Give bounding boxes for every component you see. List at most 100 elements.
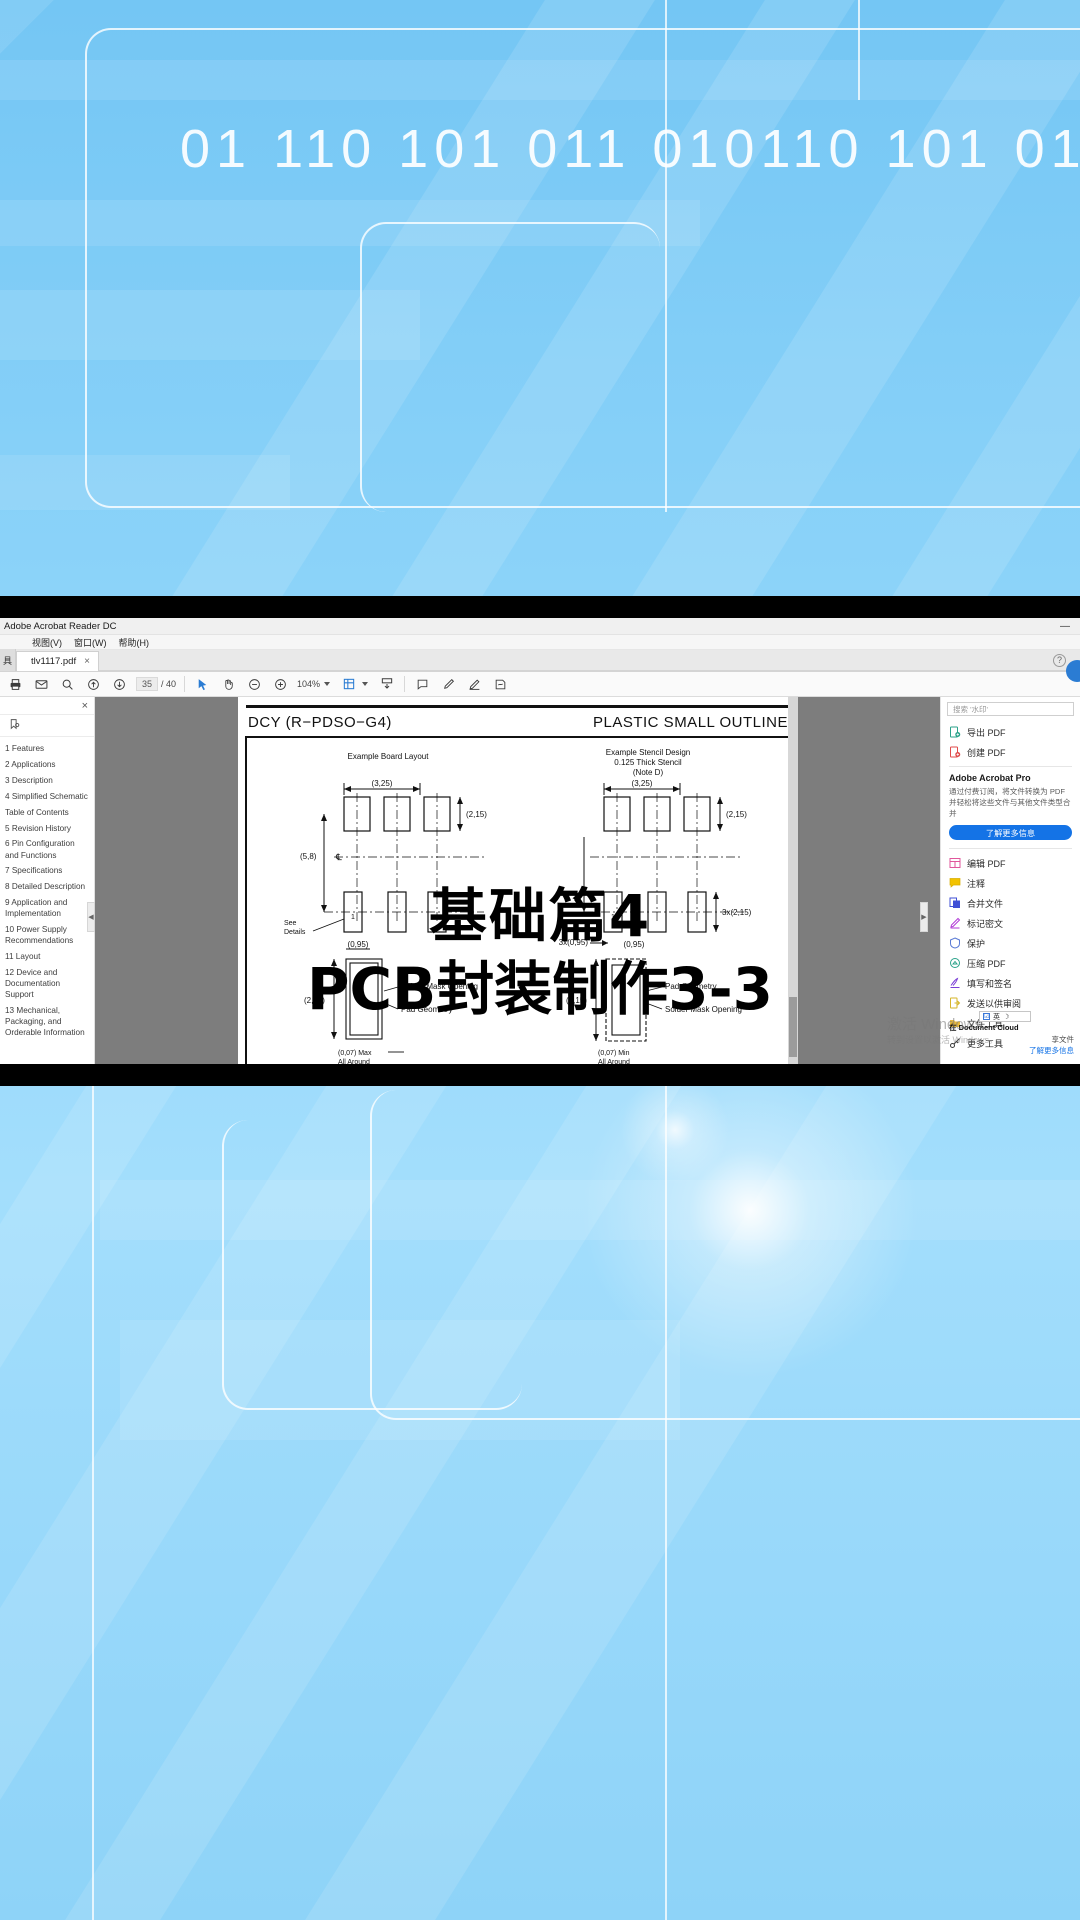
bookmark-item[interactable]: 2 Applications	[2, 757, 94, 773]
bookmark-item[interactable]: Table of Contents	[2, 804, 94, 820]
ime-language-bar[interactable]: ☑ 英 ☽	[979, 1011, 1031, 1022]
svg-text:Pad Geometry: Pad Geometry	[401, 1005, 453, 1014]
comment-icon[interactable]	[409, 672, 435, 697]
document-scrollbar-thumb[interactable]	[788, 997, 797, 1057]
next-page-icon[interactable]	[106, 672, 132, 697]
tool-protect[interactable]: 保护	[941, 933, 1080, 953]
tool-export-pdf[interactable]: 导出 PDF	[941, 722, 1080, 742]
zoom-level-label: 104%	[297, 679, 321, 689]
svg-text:(0,07) Min: (0,07) Min	[598, 1050, 630, 1057]
tool-create-pdf[interactable]: 创建 PDF	[941, 742, 1080, 762]
fit-page-chevron-icon[interactable]	[362, 682, 369, 686]
menu-item-view[interactable]: 视图(V)	[32, 636, 62, 649]
bookmark-item[interactable]: 11 Layout	[2, 948, 94, 964]
tool-compress-pdf[interactable]: 压缩 PDF	[941, 953, 1080, 973]
fit-page-icon[interactable]	[336, 672, 362, 697]
search-icon[interactable]	[54, 672, 80, 697]
page-current-input[interactable]: 35	[136, 677, 159, 691]
tool-comment-label: 注释	[967, 878, 986, 889]
tool-edit-pdf[interactable]: 编辑 PDF	[941, 853, 1080, 873]
bookmark-item[interactable]: 1 Features	[2, 741, 94, 757]
bookmarks-panel: × 1 Features 2 Applications 3 Descriptio…	[0, 697, 95, 1064]
zoom-level-control[interactable]: 104%	[297, 679, 331, 689]
export-pdf-icon	[949, 726, 961, 738]
document-viewport[interactable]: DCY (R−PDSO−G4) PLASTIC SMALL OUTLINE Ex…	[95, 697, 940, 1064]
bookmark-item[interactable]: 12 Device and Documentation Support	[2, 964, 94, 1002]
window-body: × 1 Features 2 Applications 3 Descriptio…	[0, 697, 1080, 1064]
ime-language-label[interactable]: 英	[993, 1012, 1000, 1022]
close-icon[interactable]: ×	[82, 700, 88, 712]
wallpaper-binary-text: 01 110 101 011 010110 101 0101	[180, 119, 1080, 179]
highlight-icon[interactable]	[435, 672, 461, 697]
bookmark-item[interactable]: 9 Application and Implementation	[2, 895, 94, 922]
tool-fill-and-sign-label: 填写和签名	[967, 978, 1013, 989]
tab-strip: 具 tlv1117.pdf × ?	[0, 649, 1080, 682]
svg-text:See: See	[284, 920, 297, 927]
email-icon[interactable]	[28, 672, 54, 697]
tool-combine-files-label: 合并文件	[967, 898, 1004, 909]
previous-page-icon[interactable]	[80, 672, 106, 697]
tab-tools[interactable]: 具	[0, 649, 17, 671]
bookmarks-list: 1 Features 2 Applications 3 Description …	[0, 737, 94, 1040]
tool-send-for-review[interactable]: 发送以供审阅	[941, 993, 1080, 1013]
tool-fill-and-sign[interactable]: 填写和签名	[941, 973, 1080, 993]
tools-panel: 搜索 '水印' 导出 PDF 创建 PDF Adobe Acrobat Pro …	[940, 697, 1080, 1064]
svg-text:1: 1	[611, 914, 615, 921]
cursor-icon[interactable]	[189, 672, 215, 697]
svg-text:Example Board Layout: Example Board Layout	[347, 752, 429, 761]
bookmark-icon[interactable]	[8, 718, 21, 734]
bookmark-item[interactable]: 13 Mechanical, Packaging, and Orderable …	[2, 1002, 94, 1040]
svg-text:Example Stencil Design: Example Stencil Design	[605, 748, 689, 757]
scroll-mode-icon[interactable]	[374, 672, 400, 697]
zoom-in-icon[interactable]	[267, 672, 293, 697]
svg-text:All Around: All Around	[598, 1059, 630, 1064]
zoom-out-icon[interactable]	[241, 672, 267, 697]
sign-icon[interactable]	[487, 672, 513, 697]
tool-protect-label: 保护	[967, 938, 986, 949]
protect-shield-icon	[949, 937, 961, 949]
svg-text:(2,15): (2,15)	[566, 996, 587, 1005]
wallpaper-line	[92, 1064, 94, 1920]
pdf-technical-drawing: DCY (R−PDSO−G4) PLASTIC SMALL OUTLINE Ex…	[244, 705, 791, 1064]
bookmark-item[interactable]: 7 Specifications	[2, 863, 94, 879]
create-pdf-icon	[949, 746, 961, 758]
print-icon[interactable]	[2, 672, 28, 697]
bookmark-item[interactable]: 6 Pin Configuration and Functions	[2, 836, 94, 863]
ime-checkbox-icon[interactable]: ☑	[983, 1013, 990, 1020]
hand-icon[interactable]	[215, 672, 241, 697]
svg-text:(2,15): (2,15)	[726, 810, 747, 819]
bookmark-item[interactable]: 8 Detailed Description	[2, 879, 94, 895]
page-number-field[interactable]: 35 / 40	[136, 677, 176, 691]
fill-sign-icon	[949, 977, 961, 989]
toolbar-separator	[184, 676, 186, 692]
bookmark-item[interactable]: 10 Power Supply Recommendations	[2, 922, 94, 949]
menu-item-window[interactable]: 窗口(W)	[74, 636, 107, 649]
bookmarks-collapse-handle[interactable]: ◀	[87, 902, 95, 932]
promo-learn-more-button[interactable]: 了解更多信息	[949, 825, 1072, 840]
svg-text:0.125 Thick Stencil: 0.125 Thick Stencil	[614, 758, 682, 767]
tools-divider	[949, 848, 1072, 849]
bookmark-item[interactable]: 5 Revision History	[2, 820, 94, 836]
tools-search-input[interactable]: 搜索 '水印'	[947, 702, 1074, 716]
document-scrollbar[interactable]	[787, 697, 798, 1064]
bookmark-item[interactable]: 4 Simplified Schematic	[2, 789, 94, 805]
bookmark-item[interactable]: 3 Description	[2, 773, 94, 789]
tools-collapse-handle[interactable]: ▶	[920, 902, 928, 932]
tool-create-pdf-label: 创建 PDF	[967, 747, 1006, 758]
cloud-note-link[interactable]: 了解更多信息	[949, 1045, 1074, 1056]
redact-icon	[949, 917, 961, 929]
moon-icon[interactable]: ☽	[1003, 1013, 1009, 1021]
menu-bar: 文件 视图(V) 窗口(W) 帮助(H)	[0, 635, 1080, 650]
help-icon[interactable]: ?	[1053, 654, 1066, 667]
tool-combine-files[interactable]: 合并文件	[941, 893, 1080, 913]
menu-item-help[interactable]: 帮助(H)	[119, 636, 150, 649]
close-icon[interactable]: ×	[84, 656, 90, 667]
chevron-down-icon[interactable]	[324, 682, 331, 686]
svg-text:(Note D): (Note D)	[632, 768, 663, 777]
wallpaper-frame	[360, 222, 660, 512]
tab-document[interactable]: tlv1117.pdf ×	[16, 651, 99, 671]
minimize-button[interactable]: —	[1050, 618, 1080, 635]
draw-icon[interactable]	[461, 672, 487, 697]
tool-redact[interactable]: 标记密文	[941, 913, 1080, 933]
tool-comment[interactable]: 注释	[941, 873, 1080, 893]
